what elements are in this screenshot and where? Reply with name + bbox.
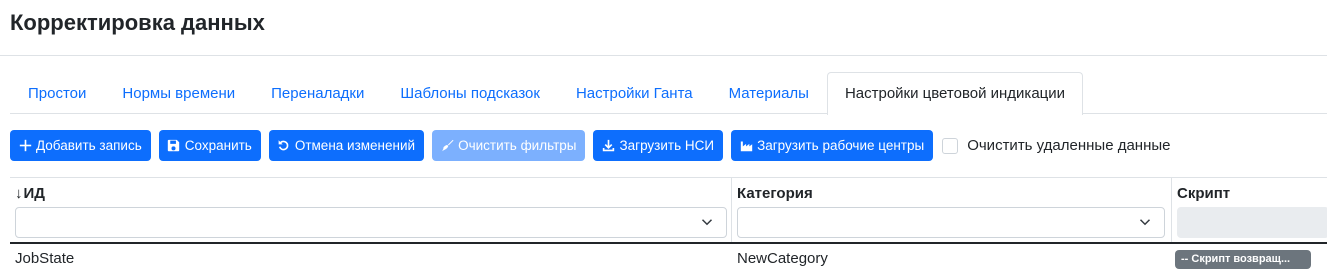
tab-downtime[interactable]: Простои [10,72,104,114]
clear-deleted-label: Очистить удаленные данные [967,137,1171,154]
page: Корректировка данных Простои Нормы време… [0,0,1327,280]
chevron-down-icon [701,219,713,226]
tab-bar: Простои Нормы времени Переналадки Шаблон… [10,72,1327,115]
add-record-button[interactable]: Добавить запись [10,130,151,161]
filter-script-disabled [1177,207,1327,238]
clear-deleted-checkbox[interactable] [942,137,959,154]
load-work-centers-button[interactable]: Загрузить рабочие центры [731,130,934,161]
filter-category-select[interactable] [737,207,1165,238]
plus-icon [18,139,32,153]
column-category: Категория NewCategory [732,178,1172,280]
sort-desc-arrow-icon: ↓ [15,185,23,202]
clear-filters-label: Очистить фильтры [458,138,577,153]
header-bottom-border [10,242,1327,244]
column-script: Скрипт -- Скрипт возвращ... [1172,178,1327,280]
load-nsi-label: Загрузить НСИ [619,138,715,153]
cancel-changes-button[interactable]: Отмена изменений [268,130,425,161]
chevron-down-icon [1139,219,1151,226]
column-header-category[interactable]: Категория [737,185,813,202]
cancel-changes-label: Отмена изменений [294,138,416,153]
load-work-centers-label: Загрузить рабочие центры [757,138,925,153]
toolbar: Добавить запись Сохранить Отмена изменен… [10,130,1171,161]
undo-icon [277,139,291,153]
cell-category: NewCategory [737,250,828,267]
title-divider [0,55,1327,56]
tab-hint-templates[interactable]: Шаблоны подсказок [382,72,558,114]
save-button[interactable]: Сохранить [158,130,261,161]
tab-materials[interactable]: Материалы [711,72,827,114]
broom-icon [440,139,454,153]
download-icon [601,139,615,153]
load-nsi-button[interactable]: Загрузить НСИ [593,130,724,161]
filter-id-select[interactable] [15,207,727,238]
column-header-id-label: ИД [23,185,45,202]
tab-color-indication-settings[interactable]: Настройки цветовой индикации [826,72,1084,115]
add-record-label: Добавить запись [36,138,142,153]
save-label: Сохранить [184,138,252,153]
tab-gantt-settings[interactable]: Настройки Ганта [558,72,711,114]
tab-changeovers[interactable]: Переналадки [253,72,382,114]
tab-time-norms[interactable]: Нормы времени [104,72,253,114]
clear-deleted-option: Очистить удаленные данные [942,137,1171,154]
data-grid: ↓ИД JobState Категория NewCategory Скрип… [10,177,1327,280]
column-header-id[interactable]: ↓ИД [15,185,45,202]
column-id: ↓ИД JobState [10,178,732,280]
page-title: Корректировка данных [10,10,265,35]
column-header-script[interactable]: Скрипт [1177,185,1230,202]
floppy-disk-icon [167,139,181,153]
cell-id: JobState [15,250,75,267]
script-badge[interactable]: -- Скрипт возвращ... [1175,250,1311,269]
factory-icon [739,139,753,153]
clear-filters-button[interactable]: Очистить фильтры [432,130,586,161]
